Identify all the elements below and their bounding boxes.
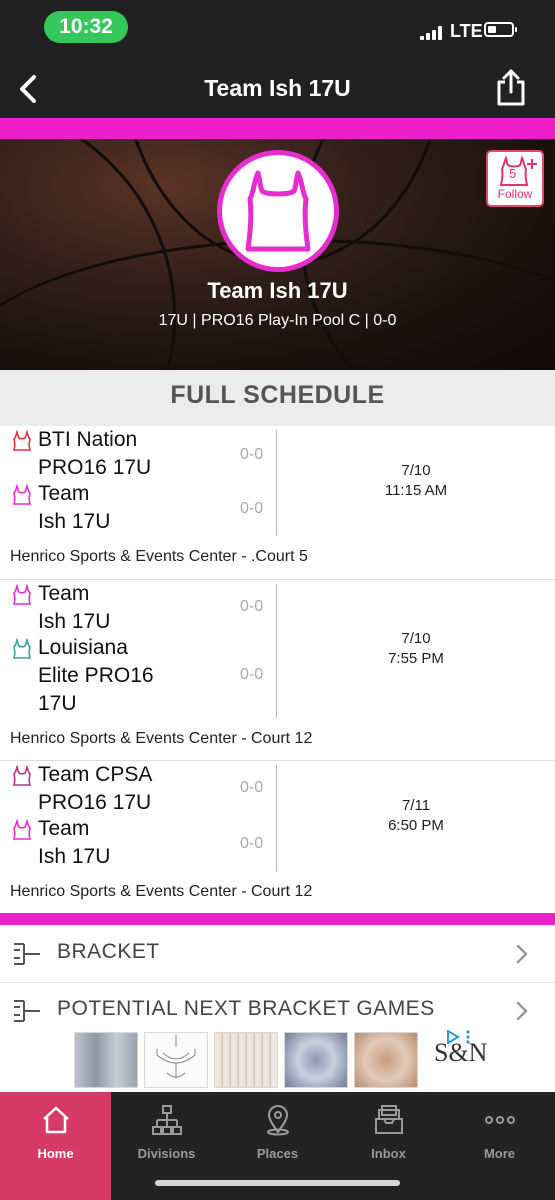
- team-name: Team Ish 17U: [38, 582, 111, 633]
- team-name: Louisiana Elite PRO16 17U: [38, 636, 154, 715]
- divisions-icon: [152, 1105, 182, 1135]
- team-name: Team CPSA PRO16 17U: [38, 763, 153, 814]
- jersey-icon: [12, 638, 32, 659]
- tab-home[interactable]: Home: [0, 1092, 111, 1200]
- jersey-icon: [245, 170, 311, 252]
- battery-icon: [484, 22, 517, 37]
- game-row[interactable]: Team CPSA PRO16 17U 0-0 Team Ish 17U 0-0…: [0, 761, 555, 912]
- chevron-right-icon: [516, 1001, 528, 1021]
- schedule-header: FULL SCHEDULE: [0, 370, 555, 426]
- tab-more[interactable]: More: [444, 1092, 555, 1200]
- location-pin-icon: [267, 1105, 289, 1136]
- ad-chandelier-image[interactable]: [144, 1032, 208, 1088]
- accent-bar: [0, 913, 555, 925]
- follow-button[interactable]: 5 Follow: [486, 150, 544, 207]
- jersey-icon: [12, 584, 32, 605]
- share-icon: [497, 69, 525, 106]
- bracket-icon: [14, 1000, 40, 1022]
- inbox-icon: [375, 1105, 403, 1134]
- ad-banner[interactable]: S&N: [74, 1030, 487, 1090]
- team-name: Team Ish 17U: [38, 482, 111, 533]
- bracket-link[interactable]: BRACKET: [0, 926, 555, 983]
- jersey-icon: [12, 484, 32, 505]
- team-subtitle: 17U | PRO16 Play-In Pool C | 0-0: [158, 312, 397, 329]
- game-row[interactable]: BTI Nation PRO16 17U 0-0 Team Ish 17U 0-…: [0, 426, 555, 580]
- home-icon: [43, 1106, 69, 1134]
- game-date: 7/11: [401, 797, 431, 814]
- more-icon: [485, 1116, 515, 1124]
- jersey-icon: [12, 765, 32, 786]
- next-bracket-label: POTENTIAL NEXT BRACKET GAMES: [57, 997, 435, 1020]
- adchoices-icon[interactable]: [446, 1030, 472, 1044]
- network-label: LTE: [450, 21, 483, 41]
- game-date: 7/10: [401, 630, 431, 647]
- game-venue: Henrico Sports & Events Center - .Court …: [10, 548, 308, 565]
- game-venue: Henrico Sports & Events Center - Court 1…: [10, 730, 313, 747]
- team-name: Team Ish 17U: [38, 817, 111, 868]
- team-logo: [217, 150, 339, 272]
- chevron-right-icon: [516, 944, 528, 964]
- game-venue: Henrico Sports & Events Center - Court 1…: [10, 883, 313, 900]
- game-time: 11:15 AM: [384, 482, 448, 499]
- ad-rug-image[interactable]: [74, 1032, 138, 1088]
- home-indicator: [155, 1180, 400, 1186]
- team-score: 0-0: [240, 666, 264, 683]
- game-row[interactable]: Team Ish 17U 0-0 Louisiana Elite PRO16 1…: [0, 580, 555, 761]
- share-button[interactable]: [494, 68, 528, 108]
- game-time: 6:50 PM: [388, 817, 444, 834]
- team-name: Team Ish 17U: [207, 278, 348, 303]
- team-score: 0-0: [240, 500, 264, 517]
- team-score: 0-0: [240, 598, 264, 615]
- ad-rug-image[interactable]: [284, 1032, 348, 1088]
- accent-bar: [0, 118, 555, 139]
- jersey-icon: [12, 430, 32, 451]
- team-name: BTI Nation PRO16 17U: [38, 428, 152, 479]
- team-score: 0-0: [240, 446, 264, 463]
- ad-rug-image[interactable]: [214, 1032, 278, 1088]
- status-time: 10:32: [44, 11, 128, 43]
- follow-badge: 5: [509, 166, 517, 181]
- team-score: 0-0: [240, 835, 264, 852]
- jersey-icon: [12, 819, 32, 840]
- ad-rug-image[interactable]: [354, 1032, 418, 1088]
- page-title: Team Ish 17U: [204, 75, 351, 101]
- team-score: 0-0: [240, 779, 264, 796]
- bracket-label: BRACKET: [57, 940, 160, 963]
- signal-icon: [420, 24, 446, 40]
- game-time: 7:55 PM: [388, 650, 444, 667]
- follow-label: Follow: [497, 187, 533, 201]
- game-date: 7/10: [401, 462, 431, 479]
- bracket-icon: [14, 943, 40, 965]
